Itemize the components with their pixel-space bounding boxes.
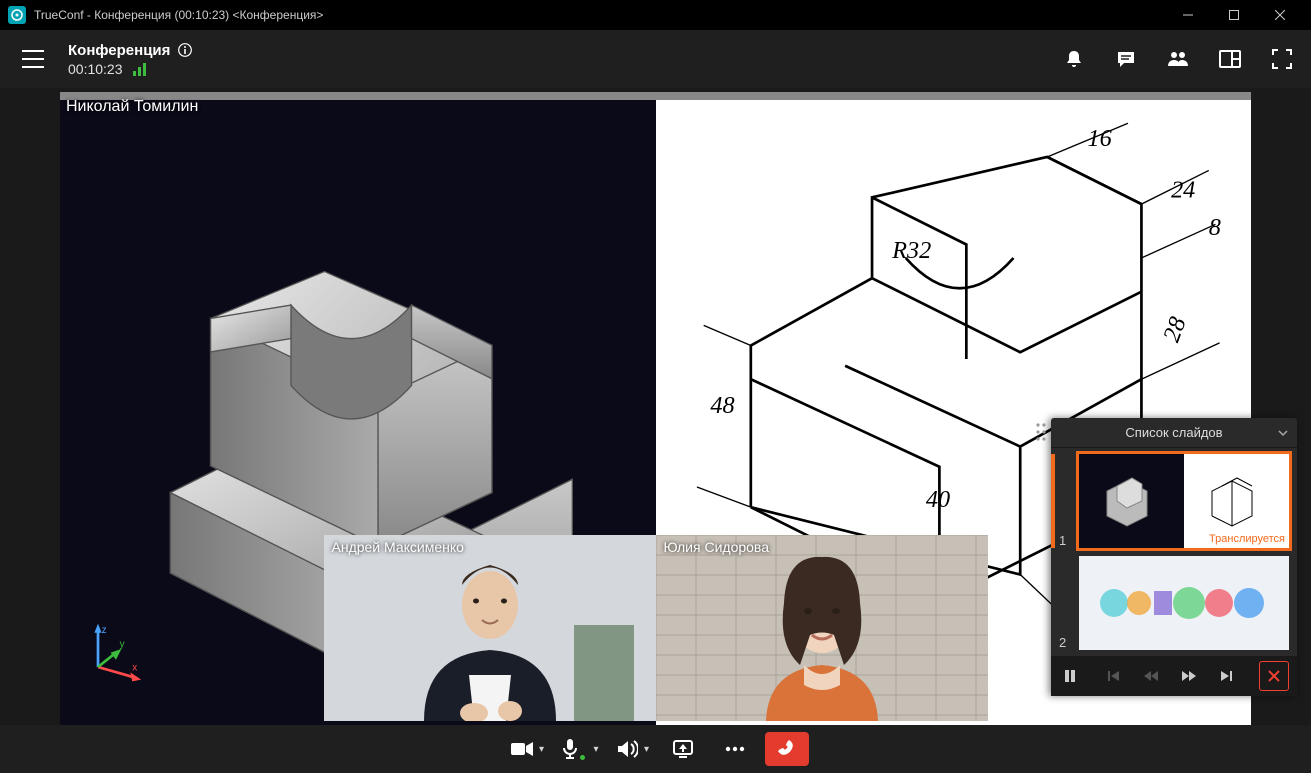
slide-thumbnail: Транслируется: [1079, 454, 1289, 548]
mic-active-indicator: [580, 755, 585, 760]
slide-item[interactable]: 1 Транслируется: [1051, 454, 1289, 548]
conference-timer: 00:10:23: [68, 61, 123, 77]
hamburger-menu-button[interactable]: [16, 42, 50, 76]
slide-controls: [1051, 656, 1297, 696]
axis-gizmo: z x y: [80, 622, 150, 685]
slide-thumbnail: [1079, 556, 1289, 650]
signal-strength-icon: [133, 62, 146, 76]
conference-title: Конференция: [68, 42, 170, 59]
window-titlebar: TrueConf - Конференция (00:10:23) <Конфе…: [0, 0, 1311, 30]
svg-text:8: 8: [1209, 214, 1221, 241]
slides-panel-title: Список слайдов: [1125, 425, 1222, 440]
microphone-button[interactable]: ▾: [554, 732, 600, 766]
svg-text:x: x: [132, 663, 137, 674]
slide-number: 2: [1059, 635, 1071, 650]
slides-panel[interactable]: Список слайдов 1 Транслируется 2: [1051, 418, 1297, 696]
chevron-down-icon[interactable]: ▾: [593, 744, 598, 755]
svg-text:y: y: [120, 639, 125, 650]
hangup-button[interactable]: [765, 732, 809, 766]
presenter-name-label: Николай Томилин: [66, 98, 198, 116]
notifications-icon[interactable]: [1061, 46, 1087, 72]
drag-handle-icon[interactable]: [1035, 422, 1047, 442]
first-slide-button[interactable]: [1103, 665, 1125, 687]
pause-button[interactable]: [1059, 665, 1081, 687]
svg-text:48: 48: [711, 392, 735, 419]
svg-text:16: 16: [1088, 125, 1112, 152]
window-minimize-button[interactable]: [1165, 0, 1211, 30]
last-slide-button[interactable]: [1215, 665, 1237, 687]
svg-text:z: z: [102, 625, 107, 636]
app-icon: [8, 6, 26, 24]
chevron-down-icon[interactable]: ▾: [644, 744, 649, 755]
speaker-button[interactable]: ▾: [609, 732, 653, 766]
window-title: TrueConf - Конференция (00:10:23) <Конфе…: [34, 8, 1165, 22]
next-slide-button[interactable]: [1177, 665, 1201, 687]
conference-header: Конференция 00:10:23: [0, 30, 1311, 88]
shared-window-titlebar: [60, 92, 1251, 100]
more-options-button[interactable]: [713, 732, 757, 766]
prev-slide-button[interactable]: [1139, 665, 1163, 687]
participant-name: Андрей Максименко: [332, 539, 464, 555]
collapse-icon[interactable]: [1277, 427, 1289, 439]
slide-number: 1: [1059, 533, 1071, 548]
window-close-button[interactable]: [1257, 0, 1303, 30]
camera-button[interactable]: ▾: [502, 732, 546, 766]
participant-thumbnails: Андрей Максименко: [324, 535, 988, 721]
participant-name: Юлия Сидорова: [664, 539, 770, 555]
share-screen-button[interactable]: [661, 732, 705, 766]
close-slideshow-button[interactable]: [1259, 661, 1289, 691]
participant-tile[interactable]: Юлия Сидорова: [656, 535, 988, 721]
fullscreen-icon[interactable]: [1269, 46, 1295, 72]
slides-panel-header: Список слайдов: [1051, 418, 1297, 448]
call-toolbar: ▾ ▾ ▾: [0, 725, 1311, 773]
chevron-down-icon[interactable]: ▾: [539, 744, 544, 755]
layout-icon[interactable]: [1217, 46, 1243, 72]
svg-text:24: 24: [1171, 176, 1195, 203]
slide-status-label: Транслируется: [1209, 533, 1285, 545]
participant-tile[interactable]: Андрей Максименко: [324, 535, 656, 721]
window-maximize-button[interactable]: [1211, 0, 1257, 30]
info-icon[interactable]: [178, 43, 192, 57]
svg-text:R32: R32: [892, 237, 932, 264]
participants-icon[interactable]: [1165, 46, 1191, 72]
svg-text:40: 40: [926, 486, 950, 513]
chat-icon[interactable]: [1113, 46, 1139, 72]
slide-item[interactable]: 2: [1059, 556, 1289, 650]
svg-text:28: 28: [1158, 313, 1192, 345]
